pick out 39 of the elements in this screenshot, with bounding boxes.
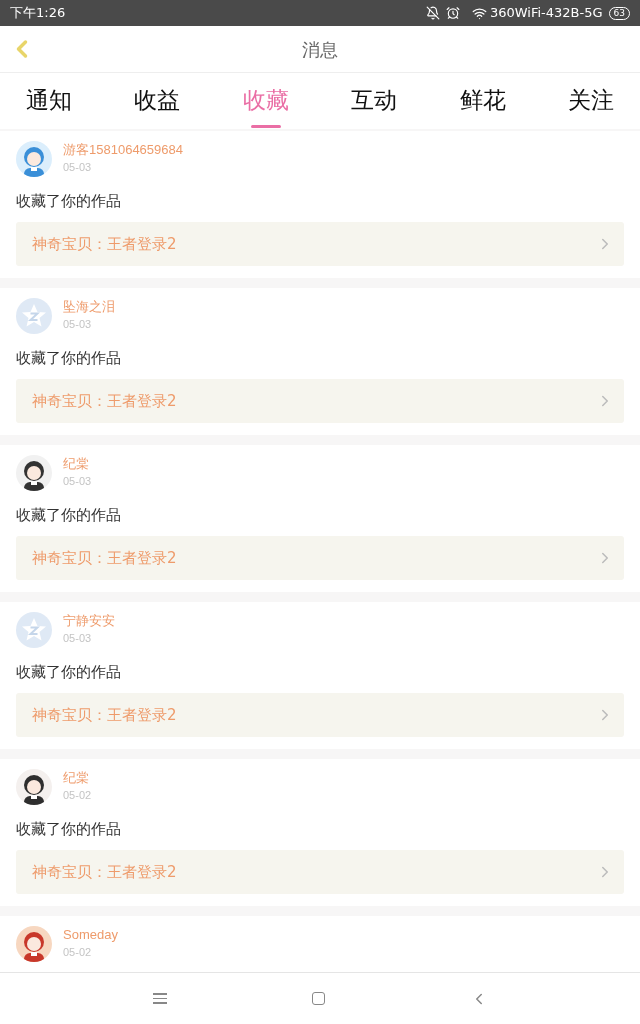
message-text: 收藏了你的作品 [16,348,122,368]
network-name: 360WiFi-432B-5G [489,4,603,23]
message-text: 收藏了你的作品 [16,662,122,682]
user-name[interactable]: 纪棠 [63,769,92,787]
tab[interactable]: 通知 [26,85,72,115]
tab[interactable]: 关注 [567,85,614,115]
user-name[interactable]: 坠海之泪 [63,298,115,316]
tab[interactable]: 互动 [351,85,398,115]
menu-icon[interactable] [152,993,167,1004]
user-name[interactable]: 纪棠 [63,455,92,473]
message-date: 05-03 [63,474,92,489]
default-avatar-icon [16,612,52,648]
message-date: 05-03 [63,317,93,332]
message-date: 05-02 [63,788,92,803]
message-date: 05-02 [63,945,93,960]
user-name[interactable]: Someday [63,926,118,944]
bell-off-icon [425,6,440,20]
message-date: 05-03 [63,160,93,175]
tab[interactable]: 收藏 [242,85,289,115]
message-date: 05-03 [63,631,93,646]
alarm-icon [445,6,460,20]
tab[interactable]: 收益 [134,85,181,115]
message-text: 收藏了你的作品 [16,191,122,211]
tab-indicator [250,125,281,128]
page-title: 消息 [302,37,338,62]
home-button[interactable] [311,992,325,1005]
tab[interactable]: 鲜花 [459,85,506,115]
wifi-icon [471,5,487,21]
user-name[interactable]: 游客1581064659684 [63,141,183,159]
work-link[interactable]: 神奇宝贝：王者登录2 [16,222,624,266]
work-link[interactable]: 神奇宝贝：王者登录2 [16,379,624,423]
message-text: 收藏了你的作品 [16,819,122,839]
work-link[interactable]: 神奇宝贝：王者登录2 [16,850,624,894]
work-link[interactable]: 神奇宝贝：王者登录2 [16,693,624,737]
status-time: 下午1:26 [10,4,66,23]
work-link[interactable]: 神奇宝贝：王者登录2 [16,536,624,580]
user-name[interactable]: 宁静安安 [63,612,115,630]
message-text: 收藏了你的作品 [16,505,122,525]
default-avatar-icon [16,298,52,334]
